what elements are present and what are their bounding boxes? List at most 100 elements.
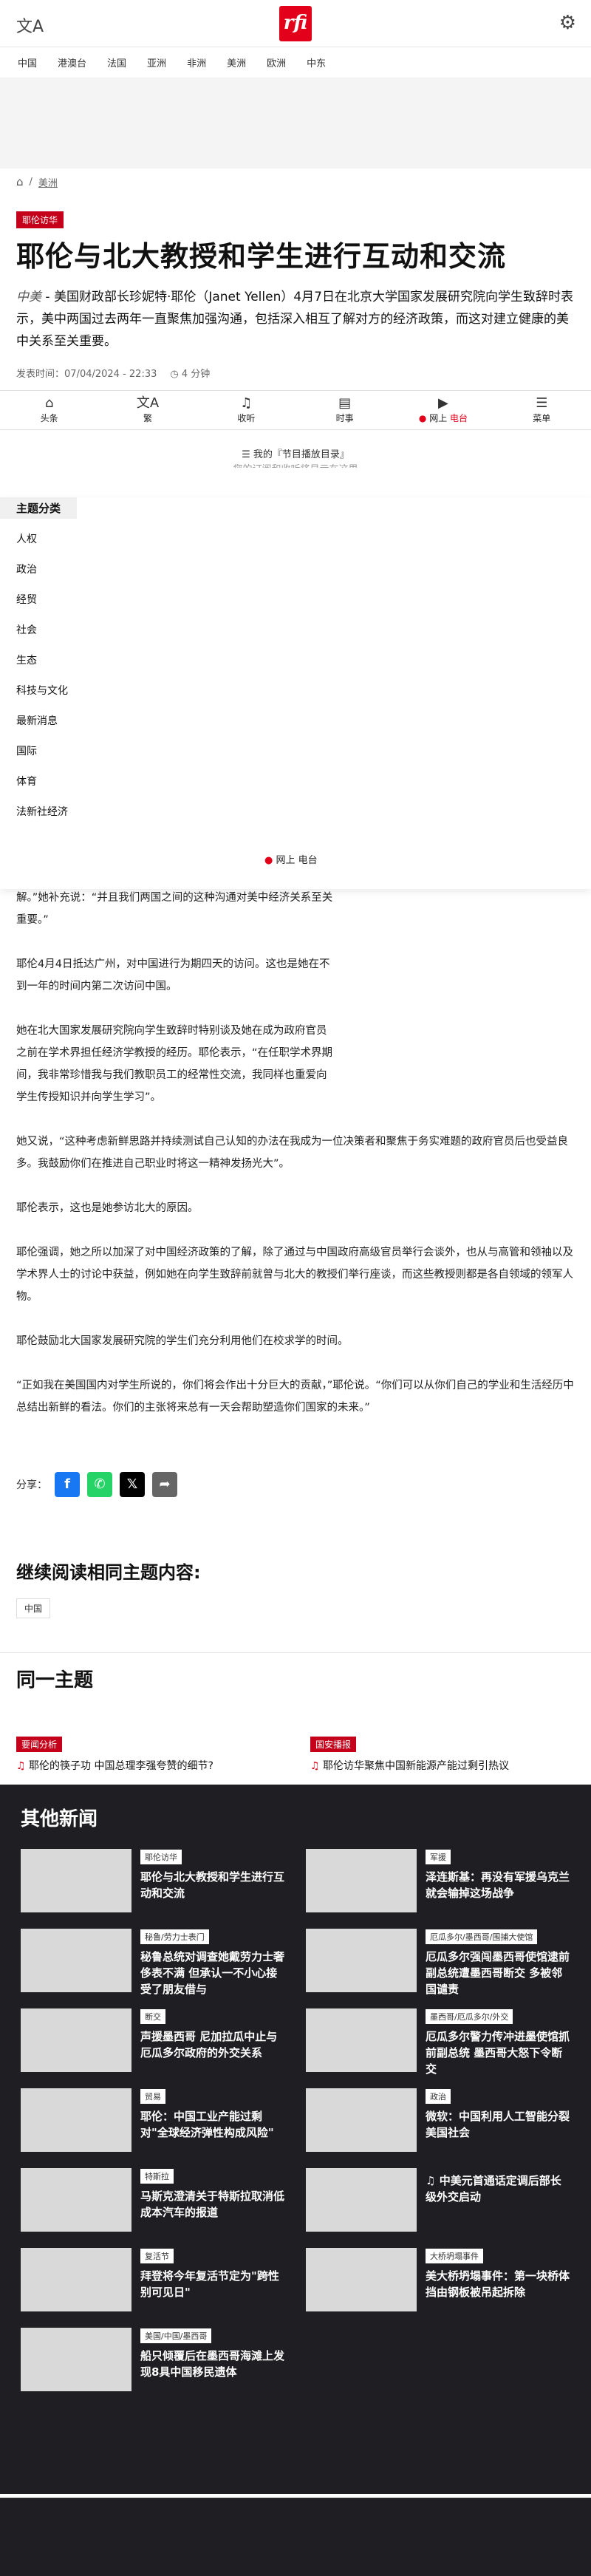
body-paragraph: 她在北大国家发展研究院向学生致辞时特别谈及她在成为政府官员之前在学术界担任经济学… xyxy=(16,1025,333,1103)
news-item[interactable]: 美国/中国/墨西哥 船只倾覆后在墨西哥海滩上发现8具中国移民遗体 xyxy=(21,2328,285,2394)
topic-item[interactable]: 生态 xyxy=(16,653,591,684)
topic-item[interactable]: 国际 xyxy=(16,744,591,774)
bottom-nav-menu[interactable]: ☰ 菜单 xyxy=(493,391,591,429)
rfi-logo[interactable]: rfi xyxy=(279,6,312,41)
nav-item-middle-east[interactable]: 中东 xyxy=(296,55,336,69)
share-icon[interactable]: ➦ xyxy=(152,1472,177,1497)
footer xyxy=(0,2498,591,2576)
headphones-icon: ♫ xyxy=(240,395,253,411)
body-paragraph: 解。”她补充说：“并且我们两国之间的这种沟通对美中经济关系至关重要。” xyxy=(16,892,333,926)
lead-place: 中美 xyxy=(16,290,41,304)
same-topic-section: 同一主题 要闻分析 ♫ 耶伦的筷子功 中国总理李强夸赞的细节? 国安播报 ♫ 耶… xyxy=(0,1652,591,1773)
news-thumbnail xyxy=(306,2008,417,2072)
bottom-nav-news[interactable]: ▤ 时事 xyxy=(296,391,394,429)
news-item[interactable]: ♫ 中美元首通话定调后部长级外交启动 xyxy=(306,2168,570,2235)
news-thumbnail xyxy=(21,1849,131,1912)
headphones-icon: ♫ xyxy=(16,1760,26,1772)
body-paragraph: 耶伦强调，她之所以加深了对中国经济政策的了解，除了通过与中国政府高级官员举行会谈… xyxy=(16,1247,573,1303)
news-thumbnail xyxy=(306,2248,417,2311)
published-label: 发表时间： xyxy=(16,369,65,380)
topic-item[interactable]: 科技与文化 xyxy=(16,684,591,714)
clock-icon: ◷ xyxy=(170,369,179,380)
lead-text: - 美国财政部长珍妮特·耶伦（Janet Yellen）4月7日在北京大学国家发… xyxy=(16,290,573,349)
nav-item-americas[interactable]: 美洲 xyxy=(216,55,256,69)
program-schedule[interactable]: ☰ 我的『节目播放目录』 您的订阅和收听将显示在这里 xyxy=(0,446,591,468)
news-thumbnail xyxy=(306,2168,417,2232)
list-icon: ☰ xyxy=(242,449,250,460)
body-paragraph: 耶伦鼓励北大国家发展研究院的学生们充分利用他们在校求学的时间。 xyxy=(16,1335,349,1347)
continue-heading: 继续阅读相同主题内容: xyxy=(16,1562,201,1583)
play-icon: ▶ xyxy=(438,395,448,411)
translate-icon[interactable]: 文A xyxy=(16,13,44,37)
topic-item[interactable]: 社会 xyxy=(16,623,591,653)
nav-item-france[interactable]: 法国 xyxy=(97,55,137,69)
article-meta: 发表时间：07/04/2024 - 22:33 ◷ 4 分钟 xyxy=(16,366,575,380)
news-item[interactable]: 复活节 拜登将今年复活节定为"跨性别可见日" xyxy=(21,2248,285,2314)
news-thumbnail xyxy=(21,2328,131,2391)
topic-item[interactable]: 体育 xyxy=(16,774,591,805)
news-item[interactable]: 秘鲁/劳力士表门 秘鲁总统对调查她戴劳力士奢侈表不满 但承认一不小心接受了朋友借与 xyxy=(21,1929,285,1996)
article: 耶伦访华 耶伦与北大教授和学生进行互动和交流 中美 - 美国财政部长珍妮特·耶伦… xyxy=(0,195,591,380)
gear-icon[interactable]: ⚙ xyxy=(559,12,576,34)
topic-chip[interactable]: 中国 xyxy=(16,1598,51,1618)
headphones-icon: ♫ xyxy=(310,1760,320,1772)
nav-item-europe[interactable]: 欧洲 xyxy=(256,55,296,69)
nav-item-africa[interactable]: 非洲 xyxy=(177,55,216,69)
news-item[interactable]: 贸易 耶伦：中国工业产能过剩对"全球经济弹性构成风险" xyxy=(21,2088,285,2155)
topic-menu: 主题分类 人权 政治 经贸 社会 生态 科技与文化 最新消息 国际 体育 法新社… xyxy=(0,497,591,889)
news-thumbnail xyxy=(306,1929,417,1992)
bottom-nav: ⌂ 头条 文A 繁 ♫ 收听 ▤ 时事 ▶ ● 网上 电台 ☰ 菜单 xyxy=(0,390,591,430)
news-item[interactable]: 特斯拉 马斯克澄清关于特斯拉取消低成本汽车的报道 xyxy=(21,2168,285,2235)
bottom-nav-traditional[interactable]: 文A 繁 xyxy=(98,391,197,429)
share-label: 分享： xyxy=(16,1479,47,1491)
body-paragraph: 她又说，“这种考虑新鲜思路并持续测试自己认知的办法在我成为一位决策者和聚焦于务实… xyxy=(16,1136,569,1170)
bottom-nav-listen[interactable]: ♫ 收听 xyxy=(197,391,296,429)
same-topic-item[interactable]: 国安播报 ♫ 耶伦访华聚焦中国新能源产能过剩引热议 xyxy=(310,1737,575,1773)
translate-icon: 文A xyxy=(136,395,160,411)
page-title: 耶伦与北大教授和学生进行互动和交流 xyxy=(16,240,507,273)
body-paragraph: “正如我在美国国内对学生所说的，你们将会作出十分巨大的贡献，”耶伦说。“你们可以… xyxy=(16,1380,574,1414)
article-tag[interactable]: 耶伦访华 xyxy=(16,211,64,228)
news-item[interactable]: 墨西哥/厄瓜多尔/外交 厄瓜多尔警力传冲进墨使馆抓前副总统 墨西哥大怒下令断交 xyxy=(306,2008,570,2076)
body-paragraph: 耶伦表示，这也是她参访北大的原因。 xyxy=(16,1202,199,1214)
news-item[interactable]: 断交 声援墨西哥 尼加拉瓜中止与厄瓜多尔政府的外交关系 xyxy=(21,2008,285,2075)
home-icon[interactable]: ⌂ xyxy=(16,175,24,188)
x-icon[interactable]: 𝕏 xyxy=(120,1472,145,1497)
nav-item-asia[interactable]: 亚洲 xyxy=(137,55,177,69)
body-paragraph: 耶伦4月4日抵达广州，对中国进行为期四天的访问。这也是她在不到一年的时间内第二次… xyxy=(16,958,330,992)
section-nav: 中国 港澳台 法国 亚洲 非洲 美洲 欧洲 中东 xyxy=(0,47,591,78)
facebook-icon[interactable]: f xyxy=(55,1472,80,1497)
same-topic-heading: 同一主题 xyxy=(16,1669,94,1691)
news-item[interactable]: 政治 微软：中国利用人工智能分裂美国社会 xyxy=(306,2088,570,2155)
bottom-nav-live-radio[interactable]: ▶ ● 网上 电台 xyxy=(394,391,492,429)
topic-item[interactable]: 经贸 xyxy=(16,593,591,623)
topic-menu-header: 主题分类 xyxy=(0,497,78,519)
news-thumbnail xyxy=(21,2008,131,2072)
news-item[interactable]: 军援 泽连斯基：再没有军援乌克兰就会输掉这场战争 xyxy=(306,1849,570,1915)
ad-banner xyxy=(0,78,591,168)
continue-reading: 继续阅读相同主题内容: 中国 xyxy=(16,1558,201,1618)
topic-item[interactable]: 法新社经济 xyxy=(16,805,591,835)
other-news-section: 其他新闻 耶伦访华 耶伦与北大教授和学生进行互动和交流 军援 泽连斯基：再没有军援乌… xyxy=(0,1785,591,2494)
news-icon: ▤ xyxy=(338,395,352,411)
topic-item[interactable]: 人权 xyxy=(16,532,591,562)
news-item[interactable]: 大桥坍塌事件 美大桥坍塌事件：第一块桥体挡由钢板被吊起拆除 xyxy=(306,2248,570,2314)
bottom-nav-headlines[interactable]: ⌂ 头条 xyxy=(0,391,98,429)
nav-item-china[interactable]: 中国 xyxy=(7,55,47,69)
news-item[interactable]: 厄瓜多尔/墨西哥/围捕大使馆 厄瓜多尔强闯墨西哥使馆逮前副总统遭墨西哥断交 多被邻… xyxy=(306,1929,570,1996)
news-thumbnail xyxy=(21,2088,131,2152)
live-radio-link[interactable]: ● 网上 电台 xyxy=(264,852,318,866)
topic-item[interactable]: 最新消息 xyxy=(16,714,591,744)
share-bar: 分享： f ✆ 𝕏 ➦ xyxy=(16,1472,177,1497)
same-topic-item[interactable]: 要闻分析 ♫ 耶伦的筷子功 中国总理李强夸赞的细节? xyxy=(16,1737,281,1773)
breadcrumb-section[interactable]: 美洲 xyxy=(38,175,58,189)
news-thumbnail xyxy=(306,1849,417,1912)
other-news-heading: 其他新闻 xyxy=(21,1808,98,1830)
nav-item-hk-macau-taiwan[interactable]: 港澳台 xyxy=(47,55,97,69)
top-header: 文A rfi ⚙ xyxy=(0,0,591,47)
news-thumbnail xyxy=(21,2168,131,2232)
whatsapp-icon[interactable]: ✆ xyxy=(87,1472,112,1497)
topic-item[interactable]: 政治 xyxy=(16,562,591,593)
news-item[interactable]: 耶伦访华 耶伦与北大教授和学生进行互动和交流 xyxy=(21,1849,285,1915)
read-time: 4 分钟 xyxy=(181,369,211,380)
